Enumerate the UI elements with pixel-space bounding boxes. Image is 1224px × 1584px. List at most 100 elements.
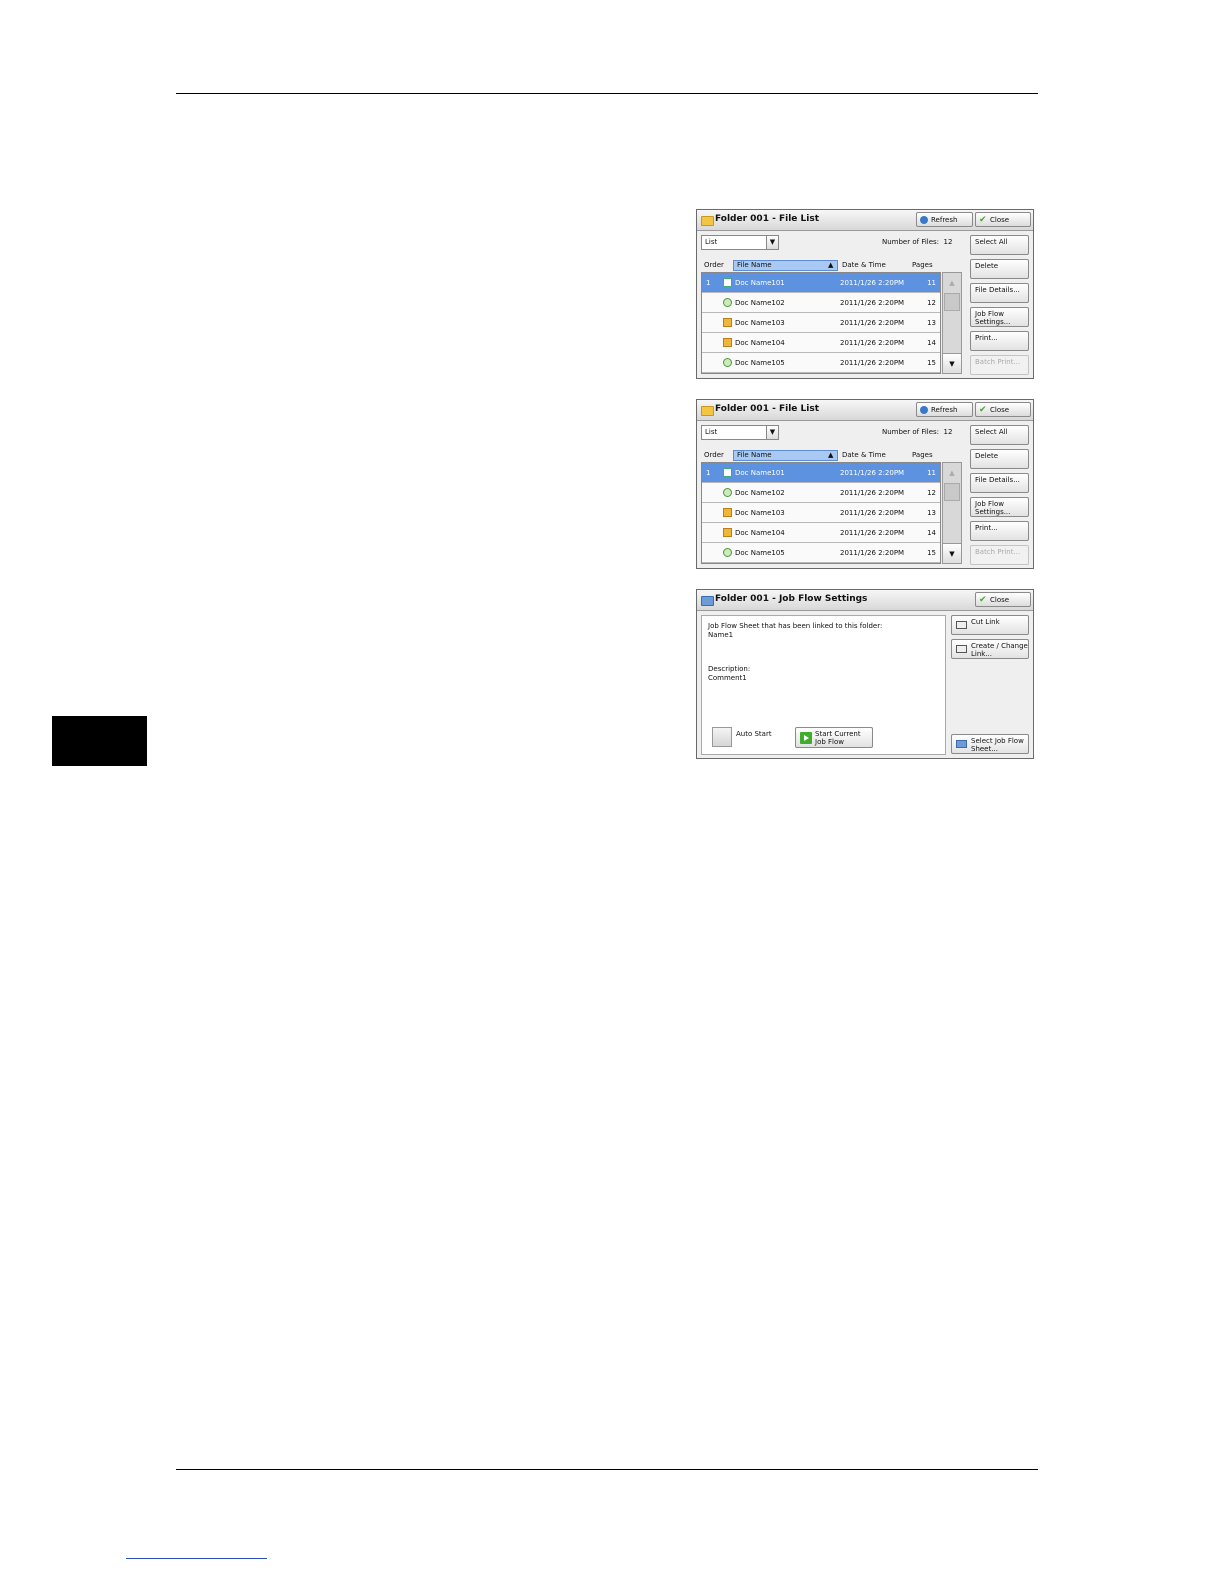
file-list-screen-1: Folder 001 - File List Refresh ✔ Close L… bbox=[696, 209, 1034, 379]
scan-doc-icon bbox=[723, 278, 732, 287]
print-doc-icon bbox=[723, 338, 732, 347]
print-doc-icon bbox=[723, 318, 732, 327]
linked-sheet-value: Name1 bbox=[708, 631, 734, 639]
create-change-link-button[interactable]: Create / Change Link... bbox=[951, 639, 1029, 659]
start-current-job-flow-button[interactable]: Start Current Job Flow bbox=[795, 727, 873, 748]
linked-sheet-label: Job Flow Sheet that has been linked to t… bbox=[708, 622, 883, 630]
table-header: Order File Name ▲ Date & Time Pages bbox=[701, 450, 941, 461]
fax-doc-icon bbox=[723, 488, 732, 497]
job-flow-settings-screen: Folder 001 - Job Flow Settings ✔ Close J… bbox=[696, 589, 1034, 759]
select-all-button[interactable]: Select All bbox=[970, 425, 1029, 445]
job-flow-settings-button[interactable]: Job Flow Settings... bbox=[970, 497, 1029, 517]
delete-button[interactable]: Delete bbox=[970, 449, 1029, 469]
job-flow-info: Job Flow Sheet that has been linked to t… bbox=[701, 615, 946, 755]
column-file-name[interactable]: File Name bbox=[733, 450, 838, 461]
file-table: 1 Doc Name101 2011/1/26 2:20PM 11 Doc Na… bbox=[701, 462, 941, 564]
scroll-down-icon[interactable]: ▼ bbox=[943, 353, 961, 373]
refresh-icon bbox=[920, 216, 928, 224]
batch-print-button[interactable]: Batch Print... bbox=[970, 355, 1029, 375]
table-row[interactable]: Doc Name104 2011/1/26 2:20PM 14 bbox=[702, 333, 940, 353]
print-button[interactable]: Print... bbox=[970, 521, 1029, 541]
screen-title: Folder 001 - File List bbox=[715, 404, 819, 414]
print-doc-icon bbox=[723, 508, 732, 517]
file-count: Number of Files: 12 bbox=[882, 238, 953, 246]
table-row[interactable]: Doc Name103 2011/1/26 2:20PM 13 bbox=[702, 313, 940, 333]
column-order[interactable]: Order bbox=[701, 450, 731, 461]
check-icon: ✔ bbox=[979, 405, 987, 415]
scroll-up-icon[interactable]: ▲ bbox=[943, 463, 961, 483]
file-details-button[interactable]: File Details... bbox=[970, 473, 1029, 493]
header-rule bbox=[176, 93, 1038, 94]
folder-icon bbox=[701, 216, 714, 226]
table-row[interactable]: Doc Name105 2011/1/26 2:20PM 15 bbox=[702, 543, 940, 563]
scroll-thumb[interactable] bbox=[944, 483, 960, 501]
job-flow-sheet-icon bbox=[956, 740, 967, 748]
chevron-down-icon: ▼ bbox=[766, 236, 778, 249]
file-details-button[interactable]: File Details... bbox=[970, 283, 1029, 303]
footer-link-underline bbox=[126, 1558, 267, 1559]
sort-ascending-icon: ▲ bbox=[828, 261, 834, 269]
description-value: Comment1 bbox=[708, 674, 747, 682]
column-pages[interactable]: Pages bbox=[909, 260, 941, 271]
refresh-button[interactable]: Refresh bbox=[916, 402, 973, 417]
scrollbar[interactable]: ▲ ▼ bbox=[942, 462, 962, 564]
select-all-button[interactable]: Select All bbox=[970, 235, 1029, 255]
refresh-button[interactable]: Refresh bbox=[916, 212, 973, 227]
chevron-down-icon: ▼ bbox=[766, 426, 778, 439]
print-button[interactable]: Print... bbox=[970, 331, 1029, 351]
column-date-time[interactable]: Date & Time bbox=[839, 260, 909, 271]
table-row[interactable]: Doc Name105 2011/1/26 2:20PM 15 bbox=[702, 353, 940, 373]
check-icon: ✔ bbox=[979, 215, 987, 225]
folder-icon bbox=[701, 406, 714, 416]
title-bar: Folder 001 - File List Refresh ✔ Close bbox=[697, 210, 1033, 231]
screen-title: Folder 001 - Job Flow Settings bbox=[715, 594, 868, 604]
view-select[interactable]: List ▼ bbox=[701, 425, 779, 440]
file-count: Number of Files: 12 bbox=[882, 428, 953, 436]
screen-title: Folder 001 - File List bbox=[715, 214, 819, 224]
scroll-thumb[interactable] bbox=[944, 293, 960, 311]
description-label: Description: bbox=[708, 665, 751, 673]
link-icon bbox=[956, 645, 967, 653]
job-flow-folder-icon bbox=[701, 596, 714, 606]
scrollbar[interactable]: ▲ ▼ bbox=[942, 272, 962, 374]
column-date-time[interactable]: Date & Time bbox=[839, 450, 909, 461]
refresh-icon bbox=[920, 406, 928, 414]
sort-ascending-icon: ▲ bbox=[828, 451, 834, 459]
fax-doc-icon bbox=[723, 358, 732, 367]
fax-doc-icon bbox=[723, 298, 732, 307]
close-button[interactable]: ✔ Close bbox=[975, 212, 1031, 227]
close-button[interactable]: ✔ Close bbox=[975, 402, 1031, 417]
view-select[interactable]: List ▼ bbox=[701, 235, 779, 250]
job-flow-settings-button[interactable]: Job Flow Settings... bbox=[970, 307, 1029, 327]
title-bar: Folder 001 - File List Refresh ✔ Close bbox=[697, 400, 1033, 421]
play-icon bbox=[800, 732, 812, 744]
close-button[interactable]: ✔ Close bbox=[975, 592, 1031, 607]
column-file-name[interactable]: File Name bbox=[733, 260, 838, 271]
fax-doc-icon bbox=[723, 548, 732, 557]
check-icon: ✔ bbox=[979, 595, 987, 605]
cut-link-button[interactable]: Cut Link bbox=[951, 615, 1029, 635]
scroll-down-icon[interactable]: ▼ bbox=[943, 543, 961, 563]
footer-rule bbox=[176, 1469, 1038, 1470]
file-list-screen-2: Folder 001 - File List Refresh ✔ Close L… bbox=[696, 399, 1034, 569]
chapter-tab bbox=[52, 716, 147, 766]
title-bar: Folder 001 - Job Flow Settings ✔ Close bbox=[697, 590, 1033, 611]
cut-link-icon bbox=[956, 621, 967, 629]
table-row[interactable]: 1 Doc Name101 2011/1/26 2:20PM 11 bbox=[702, 273, 940, 293]
delete-button[interactable]: Delete bbox=[970, 259, 1029, 279]
table-row[interactable]: Doc Name102 2011/1/26 2:20PM 12 bbox=[702, 293, 940, 313]
table-row[interactable]: Doc Name103 2011/1/26 2:20PM 13 bbox=[702, 503, 940, 523]
table-row[interactable]: 1 Doc Name101 2011/1/26 2:20PM 11 bbox=[702, 463, 940, 483]
select-job-flow-sheet-button[interactable]: Select Job Flow Sheet... bbox=[951, 734, 1029, 754]
scroll-up-icon[interactable]: ▲ bbox=[943, 273, 961, 293]
scan-doc-icon bbox=[723, 468, 732, 477]
column-pages[interactable]: Pages bbox=[909, 450, 941, 461]
file-table: 1 Doc Name101 2011/1/26 2:20PM 11 Doc Na… bbox=[701, 272, 941, 374]
column-order[interactable]: Order bbox=[701, 260, 731, 271]
table-row[interactable]: Doc Name102 2011/1/26 2:20PM 12 bbox=[702, 483, 940, 503]
table-header: Order File Name ▲ Date & Time Pages bbox=[701, 260, 941, 271]
table-row[interactable]: Doc Name104 2011/1/26 2:20PM 14 bbox=[702, 523, 940, 543]
auto-start-checkbox[interactable] bbox=[712, 727, 732, 747]
batch-print-button[interactable]: Batch Print... bbox=[970, 545, 1029, 565]
print-doc-icon bbox=[723, 528, 732, 537]
